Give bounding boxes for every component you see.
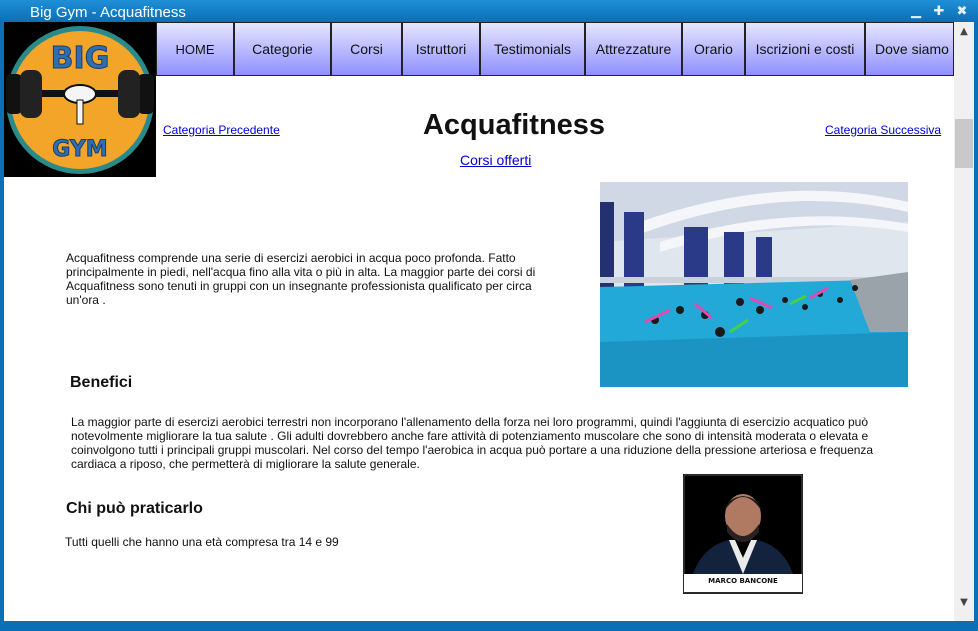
minimize-icon[interactable]: ▁ bbox=[906, 3, 926, 20]
window-frame-right bbox=[974, 22, 978, 631]
nav-categorie-label: Categorie bbox=[252, 41, 313, 57]
window-frame-bottom bbox=[0, 621, 978, 631]
nav-attrezzature-label: Attrezzature bbox=[595, 41, 672, 57]
courses-offered-link[interactable]: Corsi offerti bbox=[460, 152, 531, 168]
main-nav: HOME Categorie Corsi Istruttori Testimon… bbox=[156, 22, 954, 78]
nav-categorie[interactable]: Categorie bbox=[234, 22, 331, 76]
nav-attrezzature[interactable]: Attrezzature bbox=[585, 22, 682, 76]
logo-graphic: BIG GYM bbox=[6, 26, 154, 174]
benefits-paragraph: La maggior parte di esercizi aerobici te… bbox=[71, 415, 874, 471]
big-gym-logo[interactable]: BIG GYM bbox=[4, 22, 156, 177]
instructor-name: MARCO BANCONE bbox=[708, 577, 778, 585]
scroll-up-icon[interactable]: ▲ bbox=[954, 26, 974, 40]
nav-dove-siamo[interactable]: Dove siamo bbox=[865, 22, 954, 76]
scroll-down-icon[interactable]: ▼ bbox=[954, 597, 974, 611]
instructor-photo: MARCO BANCONE bbox=[683, 474, 803, 594]
nav-iscrizioni-label: Iscrizioni e costi bbox=[755, 41, 855, 57]
intro-paragraph: Acquafitness comprende una serie di eser… bbox=[66, 251, 536, 307]
close-icon[interactable]: ✖ bbox=[952, 3, 972, 20]
nav-corsi[interactable]: Corsi bbox=[331, 22, 402, 76]
who-paragraph: Tutti quelli che hanno una età compresa … bbox=[65, 535, 339, 549]
vertical-scrollbar[interactable]: ▲ ▼ bbox=[954, 22, 974, 621]
nav-iscrizioni[interactable]: Iscrizioni e costi bbox=[745, 22, 865, 76]
window-title: Big Gym - Acquafitness bbox=[30, 4, 186, 21]
scroll-thumb[interactable] bbox=[955, 119, 973, 168]
benefits-heading: Benefici bbox=[70, 374, 133, 391]
next-category-link[interactable]: Categoria Successiva bbox=[825, 123, 941, 137]
svg-text:BIG: BIG bbox=[51, 41, 110, 76]
nav-home[interactable]: HOME bbox=[156, 22, 234, 76]
maximize-icon[interactable]: ✚ bbox=[929, 3, 949, 20]
nav-orario-label: Orario bbox=[694, 41, 733, 57]
pool-photo bbox=[600, 182, 908, 387]
nav-testimonials-label: Testimonials bbox=[493, 41, 572, 57]
nav-istruttori-label: Istruttori bbox=[415, 41, 467, 57]
previous-category-link[interactable]: Categoria Precedente bbox=[163, 123, 280, 137]
nav-corsi-label: Corsi bbox=[350, 41, 383, 57]
who-heading: Chi può praticarlo bbox=[66, 500, 203, 517]
nav-dove-siamo-label: Dove siamo bbox=[875, 41, 949, 57]
nav-testimonials[interactable]: Testimonials bbox=[480, 22, 585, 76]
nav-orario[interactable]: Orario bbox=[682, 22, 745, 76]
window-titlebar[interactable]: Big Gym - Acquafitness ▁ ✚ ✖ bbox=[0, 0, 978, 22]
page-title: Acquafitness bbox=[422, 109, 606, 141]
svg-text:GYM: GYM bbox=[52, 137, 107, 162]
nav-istruttori[interactable]: Istruttori bbox=[402, 22, 480, 76]
nav-home-label: HOME bbox=[175, 41, 215, 57]
